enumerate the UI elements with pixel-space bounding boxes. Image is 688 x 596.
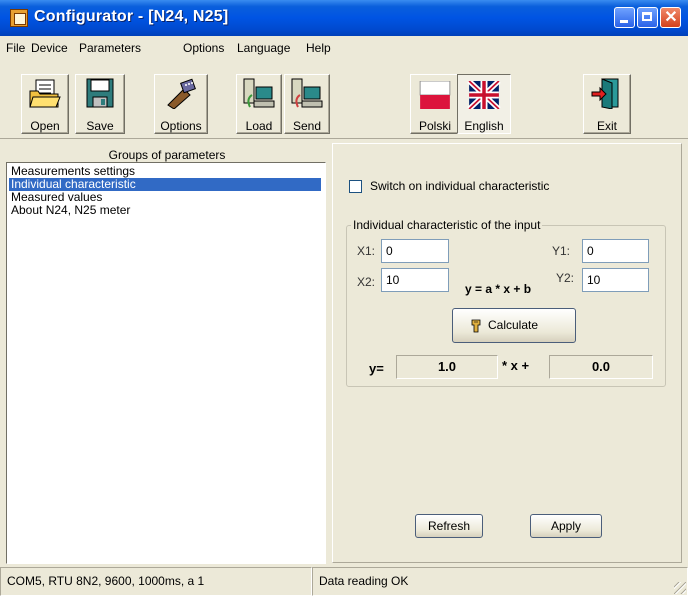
apply-button[interactable]: Apply — [530, 514, 602, 538]
status-message: Data reading OK — [312, 567, 688, 596]
options-label: Options — [160, 119, 202, 133]
x2-input[interactable]: 10 — [381, 268, 449, 292]
window-title: Configurator - [N24, N25] — [34, 8, 229, 25]
polski-button[interactable]: Polski — [410, 74, 460, 134]
result-y-label: y= — [369, 361, 384, 376]
switch-individual-checkbox[interactable] — [349, 180, 362, 193]
formula-text: y = a * x + b — [465, 282, 532, 296]
characteristic-group-title: Individual characteristic of the input — [351, 218, 543, 232]
send-label: Send — [292, 119, 322, 133]
y1-input[interactable]: 0 — [582, 239, 649, 263]
groups-panel: Groups of parameters Measurements settin… — [6, 141, 328, 566]
toolbar: Open Save Options Load Send Polski Engli… — [0, 58, 688, 139]
x1-input[interactable]: 0 — [381, 239, 449, 263]
menu-parameters[interactable]: Parameters — [79, 41, 141, 55]
y2-input[interactable]: 10 — [582, 268, 649, 292]
y2-label: Y2: — [556, 271, 575, 285]
save-button[interactable]: Save — [75, 74, 125, 134]
resize-grip-icon[interactable] — [674, 582, 686, 594]
open-button[interactable]: Open — [21, 74, 69, 134]
result-mid-label: * x + — [502, 358, 530, 373]
options-cable-icon — [167, 78, 196, 109]
refresh-button[interactable]: Refresh — [415, 514, 483, 538]
save-label: Save — [86, 119, 114, 133]
load-computer-icon — [243, 78, 275, 108]
status-connection: COM5, RTU 8N2, 9600, 1000ms, a 1 — [0, 567, 312, 596]
exit-label: Exit — [596, 119, 617, 133]
menu-help[interactable]: Help — [306, 41, 331, 55]
calculate-label: Calculate — [488, 318, 539, 332]
exit-door-icon — [591, 78, 619, 109]
switch-individual-label[interactable]: Switch on individual characteristic — [370, 179, 549, 193]
menu-language[interactable]: Language — [237, 41, 290, 55]
configurator-window: Configurator - [N24, N25] ✕ File Device … — [0, 0, 688, 596]
list-item-about-meter[interactable]: About N24, N25 meter — [9, 204, 132, 217]
polski-label: Polski — [418, 119, 451, 133]
uk-flag-icon — [467, 81, 501, 109]
close-button[interactable]: ✕ — [660, 7, 681, 28]
groups-header: Groups of parameters — [108, 148, 226, 162]
close-icon: ✕ — [664, 9, 678, 26]
calculate-hand-icon — [471, 319, 481, 333]
x1-label: X1: — [357, 244, 376, 258]
floppy-disk-icon — [86, 78, 114, 108]
minimize-icon — [620, 20, 628, 23]
result-a-field: 1.0 — [396, 355, 498, 379]
options-button[interactable]: Options — [154, 74, 208, 134]
title-bar[interactable]: Configurator - [N24, N25] ✕ — [0, 0, 688, 36]
maximize-button[interactable] — [637, 7, 658, 28]
english-label: English — [464, 119, 504, 133]
menu-file[interactable]: File — [6, 41, 25, 55]
menu-bar: File Device Parameters Options Language … — [0, 36, 688, 58]
open-folder-icon — [29, 79, 61, 108]
app-icon — [10, 9, 28, 27]
exit-button[interactable]: Exit — [583, 74, 631, 134]
load-button[interactable]: Load — [236, 74, 282, 134]
load-label: Load — [245, 119, 273, 133]
calculate-button[interactable]: Calculate — [452, 308, 576, 343]
status-bar: COM5, RTU 8N2, 9600, 1000ms, a 1 Data re… — [0, 567, 688, 596]
send-button[interactable]: Send — [284, 74, 330, 134]
x2-label: X2: — [357, 275, 376, 289]
y1-label: Y1: — [552, 244, 571, 258]
maximize-icon — [642, 12, 652, 21]
english-button[interactable]: English — [457, 74, 511, 134]
result-b-field: 0.0 — [549, 355, 653, 379]
minimize-button[interactable] — [614, 7, 635, 28]
menu-device[interactable]: Device — [31, 41, 68, 55]
send-computer-icon — [291, 78, 323, 108]
poland-flag-icon — [419, 81, 451, 109]
open-label: Open — [30, 119, 60, 133]
groups-list[interactable]: Measurements settings Individual charact… — [6, 162, 326, 564]
menu-options[interactable]: Options — [183, 41, 224, 55]
